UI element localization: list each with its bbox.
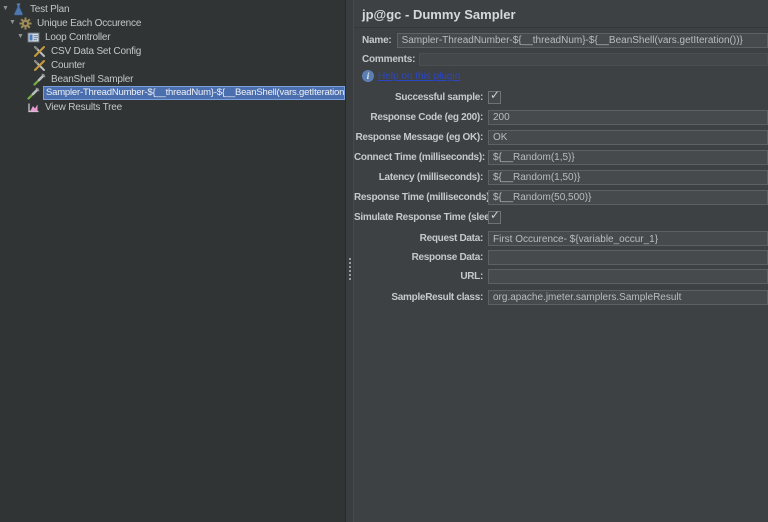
connect-time-input[interactable] [488, 150, 768, 165]
pipette-icon [33, 73, 46, 86]
dummy-sampler-config-panel: jp@gc - Dummy Sampler Name: Comments: i … [354, 0, 768, 522]
response-code-row: Response Code (eg 200): [354, 110, 768, 125]
url-row: URL: [354, 269, 768, 284]
response-message-input[interactable] [488, 130, 768, 145]
help-row: i Help on this plugin [362, 70, 768, 82]
tree-item-view-results-tree[interactable]: View Results Tree [0, 100, 345, 114]
expand-arrow-icon[interactable]: ▼ [9, 16, 19, 30]
tree-item-beanshell-sampler[interactable]: BeanShell Sampler [0, 72, 345, 86]
request-data-textarea[interactable] [488, 231, 768, 246]
response-code-label: Response Code (eg 200): [354, 110, 488, 125]
sampleresult-class-row: SampleResult class: [354, 290, 768, 305]
latency-input[interactable] [488, 170, 768, 185]
simulate-response-time-checkbox[interactable]: ✓ [488, 211, 501, 224]
response-message-label: Response Message (eg OK): [354, 130, 488, 145]
crossed-tools-icon [33, 59, 46, 72]
tree-item-label: Unique Each Occurence [35, 18, 143, 29]
test-plan-icon [12, 3, 25, 16]
successful-sample-checkbox[interactable]: ✓ [488, 91, 501, 104]
splitter-grip-icon[interactable] [349, 258, 351, 260]
page-title: jp@gc - Dummy Sampler [354, 0, 768, 28]
simulate-response-time-label: Simulate Response Time (sleep): [354, 210, 488, 225]
comments-row: Comments: [362, 53, 768, 66]
comments-input[interactable] [419, 53, 768, 66]
successful-sample-row: Successful sample: ✓ [354, 90, 768, 105]
request-data-label: Request Data: [354, 231, 488, 246]
tree-item-dummy-sampler[interactable]: Sampler-ThreadNumber-${__threadNum}-${__… [0, 86, 345, 100]
jmeter-window: ▼ Test Plan ▼ Unique Each Occurence [0, 0, 768, 522]
loop-controller-icon [27, 31, 40, 44]
expand-arrow-icon[interactable]: ▼ [2, 2, 12, 16]
response-code-input[interactable] [488, 110, 768, 125]
tree-item-unique-each-occurence[interactable]: ▼ Unique Each Occurence [0, 16, 345, 30]
sampleresult-class-input[interactable] [488, 290, 768, 305]
simulate-response-time-row: Simulate Response Time (sleep): ✓ [354, 210, 768, 225]
chart-icon [27, 101, 40, 114]
name-label: Name: [362, 35, 392, 46]
name-row: Name: [362, 33, 768, 48]
response-data-label: Response Data: [354, 250, 488, 265]
response-data-row: Response Data: [354, 250, 768, 265]
test-plan-tree: ▼ Test Plan ▼ Unique Each Occurence [0, 0, 345, 522]
checkmark-icon: ✓ [490, 88, 500, 102]
gear-icon [19, 17, 32, 30]
url-input[interactable] [488, 269, 768, 284]
pipette-icon [27, 87, 40, 100]
panel-splitter[interactable] [345, 0, 354, 522]
name-input[interactable] [397, 33, 768, 48]
crossed-tools-icon [33, 45, 46, 58]
info-icon: i [362, 70, 374, 82]
help-plugin-link[interactable]: Help on this plugin [378, 71, 460, 82]
tree-item-label: CSV Data Set Config [49, 46, 143, 57]
comments-label: Comments: [362, 54, 415, 65]
url-label: URL: [354, 269, 488, 284]
expand-arrow-icon[interactable]: ▼ [17, 30, 27, 44]
connect-time-row: Connect Time (milliseconds): [354, 150, 768, 165]
tree-item-counter[interactable]: Counter [0, 58, 345, 72]
tree-item-label: View Results Tree [43, 102, 124, 113]
response-time-row: Response Time (milliseconds): [354, 190, 768, 205]
tree-item-label-selected: Sampler-ThreadNumber-${__threadNum}-${__… [43, 86, 345, 100]
response-message-row: Response Message (eg OK): [354, 130, 768, 145]
tree-item-label: Counter [49, 60, 87, 71]
tree-item-label: BeanShell Sampler [49, 74, 135, 85]
latency-label: Latency (milliseconds): [354, 170, 488, 185]
response-data-textarea[interactable] [488, 250, 768, 265]
tree-item-label: Test Plan [28, 4, 71, 15]
latency-row: Latency (milliseconds): [354, 170, 768, 185]
tree-item-label: Loop Controller [43, 32, 112, 43]
tree-item-loop-controller[interactable]: ▼ Loop Controller [0, 30, 345, 44]
connect-time-label: Connect Time (milliseconds): [354, 150, 488, 165]
tree-item-test-plan[interactable]: ▼ Test Plan [0, 2, 345, 16]
response-time-input[interactable] [488, 190, 768, 205]
response-time-label: Response Time (milliseconds): [354, 190, 488, 205]
request-data-row: Request Data: [354, 231, 768, 246]
tree-item-csv-data-set-config[interactable]: CSV Data Set Config [0, 44, 345, 58]
checkmark-icon: ✓ [490, 208, 500, 222]
sampleresult-class-label: SampleResult class: [354, 290, 488, 305]
successful-sample-label: Successful sample: [354, 90, 488, 105]
